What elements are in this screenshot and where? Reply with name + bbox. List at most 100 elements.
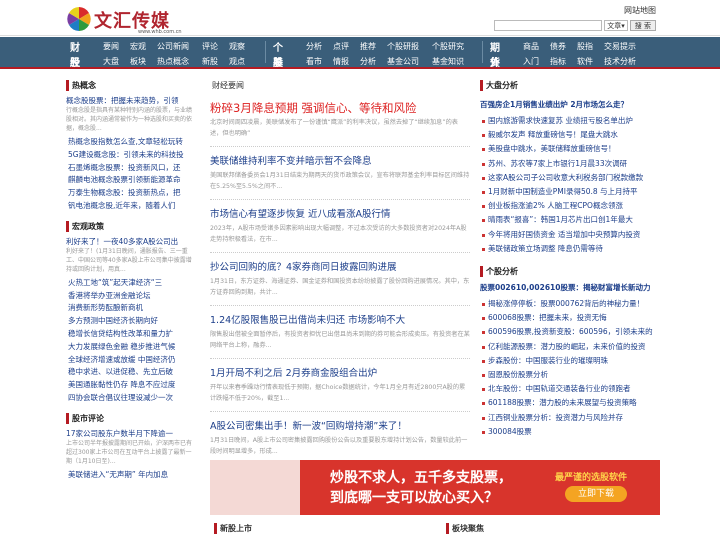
article-item: A股公司密集出手！新一波“回购增持潮”来了！ 1月31日晚间，A股上市公司密集披… [210, 420, 470, 464]
nav-item[interactable]: 情报 [333, 56, 360, 67]
ad-line2: 到底哪一支可以放心买入？ [330, 490, 498, 506]
list-item[interactable]: 美国通胀黏性仍存 降息不应过度 [66, 379, 195, 392]
list-item[interactable]: 这家A股公司子公司收意大利税务部门税款缴款 [480, 171, 655, 185]
nav-item[interactable]: 个股研报 [387, 41, 432, 52]
site-logo[interactable]: 文汇传媒 www.whb.com.cn [66, 6, 201, 35]
ad-image [210, 460, 300, 515]
headline-link[interactable]: 利好来了！一夜40多家A股公司出 [66, 236, 195, 247]
list-item[interactable]: 晴雨表“报喜”：韩国1月芯片出口创1年最大 [480, 213, 655, 227]
list-item[interactable]: 美联储进入“无声期” 年内加息 [66, 469, 195, 482]
nav-item[interactable]: 板块 [130, 56, 157, 67]
list-item[interactable]: 1月财新中国制造业PMI录得50.8 与上月持平 [480, 185, 655, 199]
list-item[interactable]: 亿利能源股票：潜力股的崛起，未来价值的投资 [480, 340, 655, 354]
article-title[interactable]: 抄公司回购的底？4家券商同日披露回购进展 [210, 261, 470, 274]
nav-item[interactable]: 基金知识 [432, 56, 477, 67]
nav-item[interactable]: 评论 [202, 41, 229, 52]
nav-item[interactable]: 债券 [550, 41, 577, 52]
article-title[interactable]: A股公司密集出手！新一波“回购增持潮”来了！ [210, 420, 470, 433]
list-item[interactable]: 创业板指涨逾2% 人脑工程CPO概念领涨 [480, 199, 655, 213]
nav-item[interactable]: 分析 [306, 41, 333, 52]
list-item[interactable]: 固恩股份股票分析 [480, 368, 655, 382]
article-title[interactable]: 1.24亿股限售股已出借尚未归还 市场影响不大 [210, 314, 470, 327]
article-title[interactable]: 粉碎3月降息预期 强调信心、等待和风险 [210, 101, 470, 115]
nav-item[interactable]: 要闻 [103, 41, 130, 52]
list-item[interactable]: 全球经济增速或放缓 中国经济仍 [66, 354, 195, 367]
nav-item[interactable]: 点评 [333, 41, 360, 52]
list-item[interactable]: 消费新形势酝酿新商机 [66, 302, 195, 315]
list-item[interactable]: 万泰生物概念股：投资新热点，把 [66, 187, 195, 200]
list-item[interactable]: 601188股票：潜力股的未来展望与投资策略 [480, 396, 655, 410]
ad-banner[interactable]: 炒股不求人，五千多支股票， 到底哪一支可以放心买入？ 最严谨的选股软件 立即下载 [210, 460, 660, 515]
nav-item[interactable]: 推荐 [360, 41, 387, 52]
list-item[interactable]: 苏州、苏农等7家上市银行1月晨33次调研 [480, 157, 655, 171]
headline-link[interactable]: 股票002610,002610股票：揭秘财富增长新动力 [480, 282, 655, 293]
article-list: 国内旅游需求快速复苏 业绩扭亏股名单出炉 毅威尔发声 释放重磅信号！尾盘大跳水 … [480, 114, 655, 256]
list-item[interactable]: 热概念股指数怎么查,文章轻松玩转 [66, 136, 195, 149]
article-title[interactable]: 市场信心有望逐步恢复 近八成看涨A股行情 [210, 208, 470, 221]
article-item: 1月开局不利之后 2月券商金股组合出炉 开年以来春季躁动行情表现低于预期，据Ch… [210, 367, 470, 412]
list-item[interactable]: 美股盘中跳水，美联储释放重磅信号！ [480, 142, 655, 156]
list-item[interactable]: 北车股份：中国轨道交通装备行业的领跑者 [480, 382, 655, 396]
nav-item[interactable]: 交易提示 [604, 41, 649, 52]
list-item[interactable]: 稳增长信贷结构性改革和量力扩 [66, 328, 195, 341]
nav-item[interactable]: 新股 [202, 56, 229, 67]
nav-item[interactable]: 大盘 [103, 56, 130, 67]
article-title[interactable]: 美联储维持利率不变并暗示暂不会降息 [210, 155, 470, 168]
list-item[interactable]: 火热工地“筑”起天津经济“三 [66, 277, 195, 290]
list-item[interactable]: 揭秘涨停停板：股票000762背后的神秘力量！ [480, 297, 655, 311]
nav-item[interactable]: 入门 [523, 56, 550, 67]
list-item[interactable]: 香港将举办亚洲金融论坛 [66, 290, 195, 303]
nav-item[interactable]: 商品 [523, 41, 550, 52]
nav-item[interactable]: 分析 [360, 56, 387, 67]
article-item: 抄公司回购的底？4家券商同日披露回购进展 1月31日，东方证券、海通证券、国金证… [210, 261, 470, 306]
list-item[interactable]: 石墨烯概念股票：投资新风口，还 [66, 162, 195, 175]
list-item[interactable]: 600068股票：把握未来，投资无悔 [480, 311, 655, 325]
list-item[interactable]: 麒麟电池概念股票引领新能源革命 [66, 174, 195, 187]
nav-item[interactable]: 个股研究 [432, 41, 477, 52]
list-item[interactable]: 四协会联合倡议往理设减少一次 [66, 392, 195, 405]
nav-item[interactable]: 看市 [306, 56, 333, 67]
list-item[interactable]: 多方预测中国经济长期向好 [66, 315, 195, 328]
nav-item[interactable]: 热点概念 [157, 56, 202, 67]
search-input[interactable] [494, 20, 603, 31]
nav-item[interactable]: 股指 [577, 41, 604, 52]
section-title: 股市评论 [66, 412, 195, 424]
section-title: 财经要闻 [212, 81, 244, 90]
search-button[interactable]: 搜 索 [629, 20, 656, 31]
list-item[interactable]: 大力发展绿色金融 稳步推进气候 [66, 341, 195, 354]
nav-item[interactable]: 宏观 [130, 41, 157, 52]
main-nav: 财经 股票 要闻 宏观 公司新闻 评论 观察 大盘 板块 热点概念 新股 观点 … [0, 37, 720, 84]
article-item: 市场信心有望逐步恢复 近八成看涨A股行情 2023年，A股市场受诸多因素影响出现… [210, 208, 470, 253]
headline-link[interactable]: 17家公司股东户数半月下降逾一 [66, 428, 195, 439]
nav-item[interactable]: 软件 [577, 56, 604, 67]
list-item[interactable]: 300084股票 [480, 425, 655, 439]
list-item[interactable]: 江西铜业股票分析：投资潜力与风险并存 [480, 411, 655, 425]
search-type-select[interactable]: 文章▾ [604, 20, 628, 31]
list-item[interactable]: 钒电池概念股,近年来，随着人们 [66, 200, 195, 213]
nav-item[interactable]: 基金公司 [387, 56, 432, 67]
headline-link[interactable]: 概念股股票：把握未来趋势，引领 [66, 95, 195, 106]
macro-policy-section: 宏观政策 利好来了！一夜40多家A股公司出 利好来了！(1月31日晚间，通胀报告… [66, 220, 195, 405]
list-item[interactable]: 美联储政策立场调整 降息仍需等待 [480, 242, 655, 256]
list-item[interactable]: 毅威尔发声 释放重磅信号！尾盘大跳水 [480, 128, 655, 142]
article-title[interactable]: 1月开局不利之后 2月券商金股组合出炉 [210, 367, 470, 380]
list-item[interactable]: 5G建设概念股：引领未来的科技投 [66, 149, 195, 162]
market-analysis-section: 大盘分析 百强房企1月销售业绩出炉 2月市场怎么走？ 国内旅游需求快速复苏 业绩… [480, 80, 655, 256]
sitemap-link[interactable]: 网站地图 [624, 5, 656, 16]
nav-item[interactable]: 技术分析 [604, 56, 649, 67]
ad-subtitle: 最严谨的选股软件 [555, 473, 628, 483]
article-list: 揭秘涨停停板：股票000762背后的神秘力量！ 600068股票：把握未来，投资… [480, 297, 655, 439]
headline-link[interactable]: 百强房企1月销售业绩出炉 2月市场怎么走？ [480, 99, 655, 110]
list-item[interactable]: 稳中求进、以进促稳、先立后破 [66, 366, 195, 379]
nav-item[interactable]: 观点 [229, 56, 256, 67]
list-item[interactable]: 步森股份：中国服装行业的璀璨明珠 [480, 354, 655, 368]
ad-download-button[interactable]: 立即下载 [565, 486, 627, 502]
list-item[interactable]: 今年将用好国债资金 适当增加中央预算内投资 [480, 228, 655, 242]
list-item[interactable]: 600596股票,投资新变股：600596，引领未来的 [480, 325, 655, 339]
nav-item[interactable]: 指标 [550, 56, 577, 67]
nav-item[interactable]: 观察 [229, 41, 256, 52]
nav-item[interactable]: 公司新闻 [157, 41, 202, 52]
list-item[interactable]: 国内旅游需求快速复苏 业绩扭亏股名单出炉 [480, 114, 655, 128]
logo-pinwheel-icon [67, 7, 91, 31]
headline-summary: 上市公司半年报披露期间已开始，沪深两市已有超过300家上市公司在互动平台上披露了… [66, 439, 193, 465]
